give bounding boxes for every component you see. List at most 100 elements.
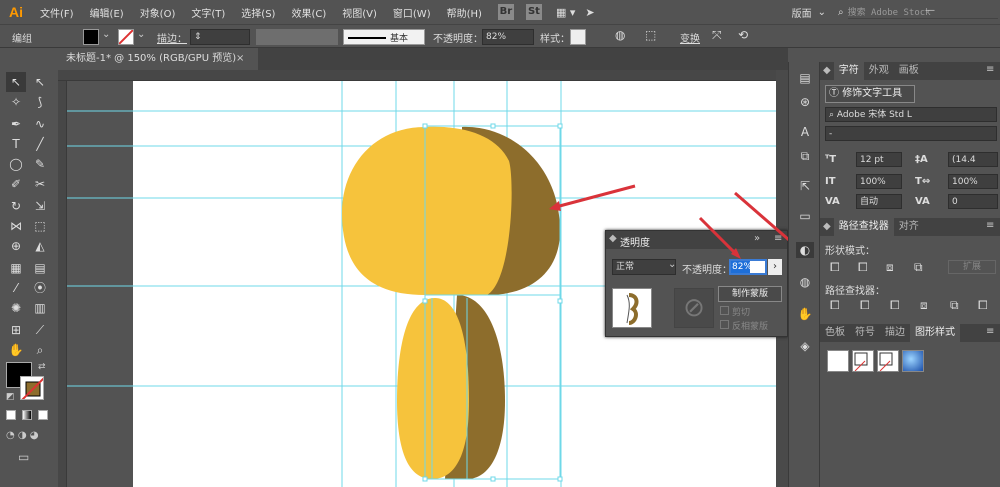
font-style-field[interactable]: - [825, 126, 997, 141]
layers-icon[interactable]: ◈ [796, 338, 814, 354]
brush-definition-field[interactable]: 基本 [343, 29, 425, 45]
opacity-slider-button[interactable]: › [768, 259, 782, 275]
opacity-field[interactable]: 82% [482, 29, 534, 45]
stroke-weight-field[interactable]: ⇕ [190, 29, 250, 45]
trim-icon[interactable]: ⧠ [860, 298, 870, 313]
graphic-style-2[interactable] [852, 350, 874, 372]
opacity-label[interactable]: 不透明度： [433, 30, 483, 45]
globe-icon[interactable]: ◍ [615, 28, 625, 42]
workspace-switcher[interactable]: 版面 [792, 5, 812, 20]
none-mode-icon[interactable] [38, 410, 48, 420]
exclude-icon[interactable]: ⧉ [914, 260, 923, 275]
chevron-down-icon[interactable]: ⌄ [137, 29, 145, 40]
variable-width-field[interactable] [256, 29, 338, 45]
panel-menu-icon[interactable]: ≡ [986, 220, 994, 231]
arrange-documents-icon[interactable]: ▦ ▾ [556, 6, 575, 19]
export-icon[interactable]: ⇱ [796, 178, 814, 194]
close-tab-button[interactable]: × [236, 48, 244, 70]
panel-menu-icon[interactable]: ≡ [986, 326, 994, 337]
swap-colors-icon[interactable]: ⇄ [38, 362, 46, 372]
type-tool-icon[interactable]: T [6, 134, 26, 154]
line-tool-icon[interactable]: ╱ [30, 134, 50, 154]
outline-icon[interactable]: ⧉ [950, 298, 959, 313]
font-family-field[interactable]: ⌕ Adobe 宋体 Std L [825, 107, 997, 122]
screen-mode-icon[interactable]: ▭ [18, 450, 29, 464]
color-guide-icon[interactable]: ⊛ [796, 94, 814, 110]
make-mask-button[interactable]: 制作蒙版 [718, 286, 782, 302]
rotate-tool-icon[interactable]: ↻ [6, 196, 26, 216]
width-tool-icon[interactable]: ⋈ [6, 216, 26, 236]
column-graph-icon[interactable]: ▥ [30, 298, 50, 318]
panel-menu-icon[interactable]: ≡ [986, 64, 994, 75]
invert-mask-checkbox[interactable] [720, 320, 729, 329]
collapse-icon[interactable]: » [754, 233, 760, 244]
transform-options-icon[interactable]: ⟲ [738, 28, 748, 42]
menu-type[interactable]: 文字(T) [191, 5, 225, 20]
color-mode-icon[interactable] [6, 410, 16, 420]
gradient-mode-icon[interactable] [22, 410, 32, 420]
tab-artboards[interactable]: 画板 [894, 62, 924, 80]
shape-builder-icon[interactable]: ⊕ [6, 236, 26, 256]
menu-edit[interactable]: 编辑(E) [90, 5, 124, 20]
tab-character[interactable]: 字符 [833, 62, 864, 80]
horizontal-scale-field[interactable]: 100% [948, 174, 998, 189]
clip-checkbox[interactable] [720, 306, 729, 315]
graphic-style-swatch[interactable] [570, 29, 586, 45]
mesh-tool-icon[interactable]: ▦ [6, 258, 26, 278]
free-transform-icon[interactable]: ⬚ [30, 216, 50, 236]
scale-tool-icon[interactable]: ⇲ [30, 196, 50, 216]
graphic-style-default[interactable] [827, 350, 849, 372]
divide-icon[interactable]: ⧠ [830, 298, 840, 313]
stroke-swatch[interactable] [118, 29, 134, 45]
minus-back-icon[interactable]: ⧠ [978, 298, 988, 313]
chevron-down-icon[interactable]: ⌄ [818, 7, 826, 18]
properties-icon[interactable]: ▤ [796, 70, 814, 86]
symbol-sprayer-icon[interactable]: ✺ [6, 298, 26, 318]
bridge-button[interactable]: Br [497, 4, 514, 20]
graphic-style-4[interactable] [902, 350, 924, 372]
paintbrush-icon[interactable]: ✎ [30, 154, 50, 174]
menu-file[interactable]: 文件(F) [40, 5, 74, 20]
stock-button[interactable]: St [525, 4, 542, 20]
type-icon[interactable]: A [796, 124, 814, 140]
eyedropper-icon[interactable]: ⁄ [6, 278, 26, 298]
tab-pathfinder[interactable]: 路径查找器 [833, 218, 894, 236]
gradient-tool-icon[interactable]: ▤ [30, 258, 50, 278]
graphic-style-3[interactable] [877, 350, 899, 372]
kerning-field[interactable]: 自动 [856, 194, 902, 209]
panel-menu-icon[interactable]: ≡ [774, 233, 782, 244]
intersect-icon[interactable]: ⧈ [886, 260, 894, 275]
tab-symbols[interactable]: 符号 [850, 324, 880, 342]
expand-button[interactable]: 扩展 [948, 260, 996, 274]
direct-selection-tool-icon[interactable]: ↖ [30, 72, 50, 92]
ellipse-tool-icon[interactable]: ◯ [6, 154, 26, 174]
puppet-warp-icon[interactable]: ✋ [796, 306, 814, 322]
pen-tool-icon[interactable]: ✒ [6, 114, 26, 134]
lasso-icon[interactable]: ⟆ [30, 92, 50, 112]
zoom-tool-icon[interactable]: ⌕ [30, 340, 50, 360]
transparency-icon[interactable]: ◐ [796, 242, 814, 258]
hand-tool-icon[interactable]: ✋ [6, 340, 26, 360]
blend-mode-select[interactable]: 正常 [612, 259, 676, 275]
panel-grip-icon[interactable]: ◆ [820, 62, 834, 80]
tracking-field[interactable]: 0 [948, 194, 998, 209]
slice-tool-icon[interactable]: ⟋ [30, 320, 50, 340]
unite-icon[interactable]: ⧠ [830, 260, 840, 275]
leading-field[interactable]: (14.4 [948, 152, 998, 167]
artboard-tool-icon[interactable]: ⊞ [6, 320, 26, 340]
menu-effect[interactable]: 效果(C) [291, 5, 326, 20]
selection-tool-icon[interactable]: ↖ [6, 72, 26, 92]
chevron-down-icon[interactable]: ⌄ [102, 29, 110, 40]
menu-window[interactable]: 窗口(W) [393, 5, 431, 20]
shaper-tool-icon[interactable]: ✐ [6, 174, 26, 194]
minus-front-icon[interactable]: ⧠ [858, 260, 868, 275]
panel-grip-icon[interactable]: ◆ [609, 233, 617, 244]
draw-mode-icon[interactable]: ◔ ◑ ◕ [6, 430, 39, 441]
merge-icon[interactable]: ⧠ [890, 298, 900, 313]
tab-swatches[interactable]: 色板 [820, 324, 850, 342]
transparency-opacity-field[interactable]: 82% [729, 259, 767, 275]
magic-wand-icon[interactable]: ✧ [6, 92, 26, 112]
blend-tool-icon[interactable]: ⦿ [30, 278, 50, 298]
document-tab[interactable]: 未标题-1* @ 150% (RGB/GPU 预览) × [58, 48, 258, 70]
default-colors-icon[interactable]: ◩ [6, 392, 15, 402]
